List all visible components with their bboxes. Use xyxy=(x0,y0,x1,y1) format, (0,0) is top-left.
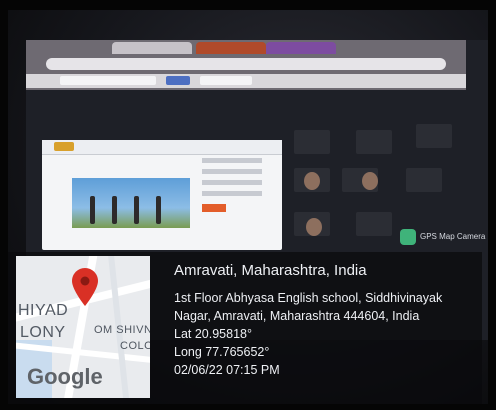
photo: GPS Map Camera HIYAD LONY OM SHIVN COLO … xyxy=(0,0,496,410)
monitor-bezel xyxy=(0,0,496,410)
